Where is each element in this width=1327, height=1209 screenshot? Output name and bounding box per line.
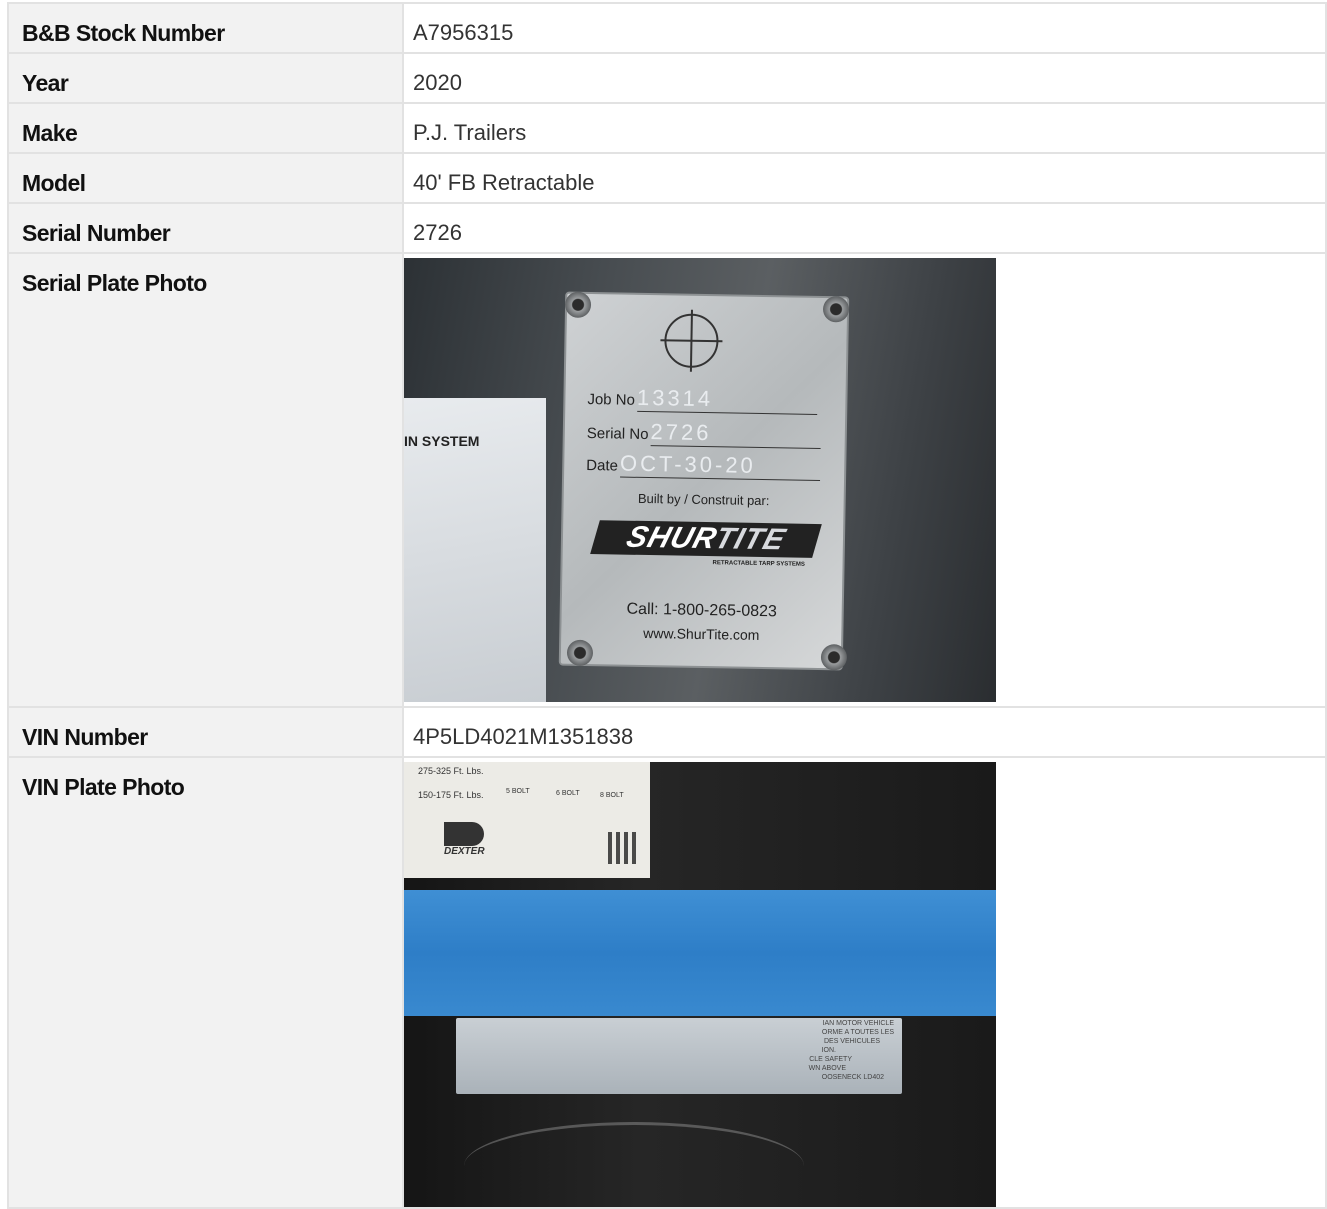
vin-label-line: IAN MOTOR VEHICLE [822, 1020, 894, 1027]
table-row: Serial Plate Photo IN SYSTEM Job No13314… [7, 252, 1327, 708]
table-row: B&B Stock Number A7956315 [7, 2, 1327, 54]
dexter-word: DEXTER [444, 846, 485, 857]
row-label: Make [7, 102, 404, 154]
row-label: B&B Stock Number [7, 2, 404, 54]
row-value: 2020 [402, 52, 1327, 104]
dexter-label: 275-325 Ft. Lbs. 150-175 Ft. Lbs. 5 BOLT… [404, 762, 650, 878]
vin-label-line: ORME A TOUTES LES [821, 1029, 894, 1036]
row-value: 4P5LD4021M1351838 [402, 706, 1327, 758]
row-value: 40' FB Retractable [402, 152, 1327, 204]
plate-date-label: Date [586, 456, 619, 475]
blue-tape [404, 890, 996, 1016]
row-label: Serial Plate Photo [7, 252, 404, 708]
vin-label-line: CLE SAFETY [809, 1056, 852, 1063]
plate-tagline: RETRACTABLE TARP SYSTEMS [712, 560, 805, 568]
plate-built-by: Built by / Construit par: [637, 490, 770, 509]
plate-date-line: DateOCT-30-20 [586, 450, 821, 482]
photo-cell: 275-325 Ft. Lbs. 150-175 Ft. Lbs. 5 BOLT… [402, 756, 1327, 1209]
logo-shur: SHUR [622, 520, 721, 556]
plate-phone: Call: 1-800-265-0823 [626, 600, 778, 621]
vin-label-line: ION. [821, 1047, 836, 1054]
row-label: VIN Number [7, 706, 404, 758]
bolt-label: 6 BOLT [556, 790, 580, 797]
serial-plate: Job No13314 Serial No2726 DateOCT-30-20 … [558, 291, 850, 671]
torque-line: 275-325 Ft. Lbs. [418, 766, 484, 776]
table-row: VIN Number 4P5LD4021M1351838 [7, 706, 1327, 758]
table-row: Serial Number 2726 [7, 202, 1327, 254]
plate-job-label: Job No [587, 390, 636, 409]
logo-tite: TITE [711, 522, 790, 557]
plate-website: www.ShurTite.com [643, 624, 760, 643]
photo-cell: IN SYSTEM Job No13314 Serial No2726 Date… [402, 252, 1327, 708]
plate-date-value: OCT-30-20 [619, 450, 821, 482]
plate-serial-label: Serial No [586, 424, 649, 444]
table-row: VIN Plate Photo 275-325 Ft. Lbs. 150-175… [7, 756, 1327, 1209]
row-label: Year [7, 52, 404, 104]
row-label: Serial Number [7, 202, 404, 254]
spec-table: B&B Stock Number A7956315 Year 2020 Make… [7, 2, 1327, 1209]
bolt-icon [820, 644, 848, 671]
qr-code-icon [608, 832, 640, 864]
plate-serial-value: 2726 [650, 419, 821, 450]
vin-label-line: WN ABOVE [808, 1065, 846, 1072]
dexter-logo-icon [444, 822, 484, 846]
row-label: Model [7, 152, 404, 204]
vin-label-line: OOSENECK LD402 [821, 1074, 884, 1081]
table-row: Make P.J. Trailers [7, 102, 1327, 154]
row-label: VIN Plate Photo [7, 756, 404, 1209]
shurtite-logo: SHURTITE [590, 520, 822, 558]
plate-job-value: 13314 [636, 384, 818, 415]
plate-job-line: Job No13314 [587, 384, 818, 415]
vin-label: IAN MOTOR VEHICLE ORME A TOUTES LES DES … [456, 1018, 902, 1094]
table-row: Year 2020 [7, 52, 1327, 104]
vin-plate-photo[interactable]: 275-325 Ft. Lbs. 150-175 Ft. Lbs. 5 BOLT… [404, 762, 996, 1207]
serial-plate-photo[interactable]: IN SYSTEM Job No13314 Serial No2726 Date… [404, 258, 996, 702]
bolt-icon [822, 296, 850, 323]
glare [464, 1122, 804, 1207]
torque-line: 150-175 Ft. Lbs. [418, 790, 484, 800]
sticker-text: IN SYSTEM [404, 433, 480, 449]
bolt-label: 5 BOLT [506, 788, 530, 795]
row-value: P.J. Trailers [402, 102, 1327, 154]
row-value: 2726 [402, 202, 1327, 254]
row-value: A7956315 [402, 2, 1327, 54]
bolt-label: 8 BOLT [600, 792, 624, 799]
bolt-icon [564, 291, 592, 319]
vin-label-line: DES VEHICULES [823, 1038, 880, 1045]
plate-serial-line: Serial No2726 [586, 418, 821, 450]
crosshair-icon [663, 313, 719, 369]
bolt-icon [566, 639, 594, 667]
table-row: Model 40' FB Retractable [7, 152, 1327, 204]
